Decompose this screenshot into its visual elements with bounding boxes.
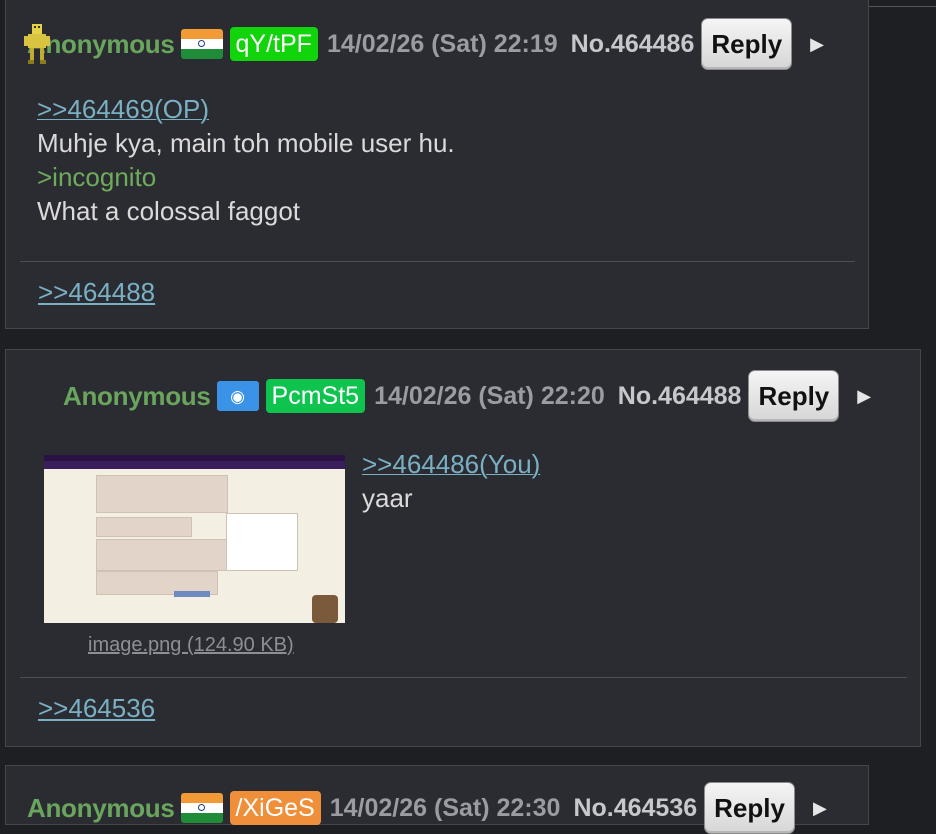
post-464486: Anonymous qY/tPF 14/02/26 (Sat) 22:19 No… — [5, 0, 869, 329]
thumbnail-titlebar — [44, 461, 345, 469]
post-header: Anonymous /XiGeS 14/02/26 (Sat) 22:30 No… — [27, 782, 827, 834]
post-number[interactable]: No.464486 — [571, 30, 695, 59]
post-body: >>464486(You) yaar — [362, 447, 540, 515]
reply-button[interactable]: Reply — [701, 18, 793, 70]
thumbnail-block — [312, 595, 338, 623]
post-number[interactable]: No.464536 — [573, 794, 697, 823]
triangle-right-icon[interactable]: ▶ — [857, 386, 871, 407]
india-flag-icon — [180, 793, 223, 823]
poster-id-badge[interactable]: PcmSt5 — [265, 379, 366, 413]
poster-name: Anonymous — [27, 792, 175, 823]
quote-link[interactable]: >>464469(OP) — [37, 94, 209, 124]
post-text-line: What a colossal faggot — [37, 196, 301, 226]
file-info-link[interactable]: image.png (124.90 KB) — [88, 634, 294, 657]
reply-button[interactable]: Reply — [704, 782, 795, 834]
post-datetime: 14/02/26 (Sat) 22:20 — [374, 381, 605, 410]
united-nations-flag-icon: ◉ — [216, 381, 259, 411]
poster-id-badge[interactable]: qY/tPF — [229, 27, 318, 61]
post-datetime: 14/02/26 (Sat) 22:19 — [326, 29, 558, 58]
thumbnail-block — [96, 539, 238, 571]
post-text-line: yaar — [362, 483, 413, 513]
triangle-right-icon[interactable]: ▶ — [813, 798, 827, 819]
reply-button[interactable]: Reply — [748, 370, 840, 422]
image-thumbnail[interactable] — [44, 455, 345, 623]
quote-link[interactable]: >>464486(You) — [362, 449, 540, 479]
thumbnail-block — [96, 475, 228, 513]
post-header: Anonymous ◉ PcmSt5 14/02/26 (Sat) 22:20 … — [63, 370, 871, 422]
thumbnail-block — [174, 591, 210, 597]
divider — [20, 261, 855, 262]
post-body: >>464469(OP) Muhje kya, main toh mobile … — [37, 92, 455, 228]
divider — [20, 677, 907, 678]
post-464536: Anonymous /XiGeS 14/02/26 (Sat) 22:30 No… — [5, 765, 869, 834]
post-number[interactable]: No.464488 — [618, 382, 742, 411]
greentext-line: >incognito — [37, 162, 157, 192]
pixel-figure-icon — [24, 24, 50, 64]
poster-id-badge[interactable]: /XiGeS — [229, 791, 321, 825]
backlink[interactable]: >>464488 — [38, 277, 155, 308]
backlink[interactable]: >>464536 — [38, 693, 155, 724]
poster-name: Anonymous — [63, 380, 211, 411]
india-flag-icon — [180, 29, 223, 59]
post-header: Anonymous qY/tPF 14/02/26 (Sat) 22:19 No… — [27, 18, 824, 70]
thumbnail-block — [96, 517, 192, 537]
thumbnail-block — [226, 513, 298, 571]
triangle-right-icon[interactable]: ▶ — [810, 34, 824, 55]
post-text-line: Muhje kya, main toh mobile user hu. — [37, 128, 455, 158]
post-datetime: 14/02/26 (Sat) 22:30 — [329, 793, 561, 822]
